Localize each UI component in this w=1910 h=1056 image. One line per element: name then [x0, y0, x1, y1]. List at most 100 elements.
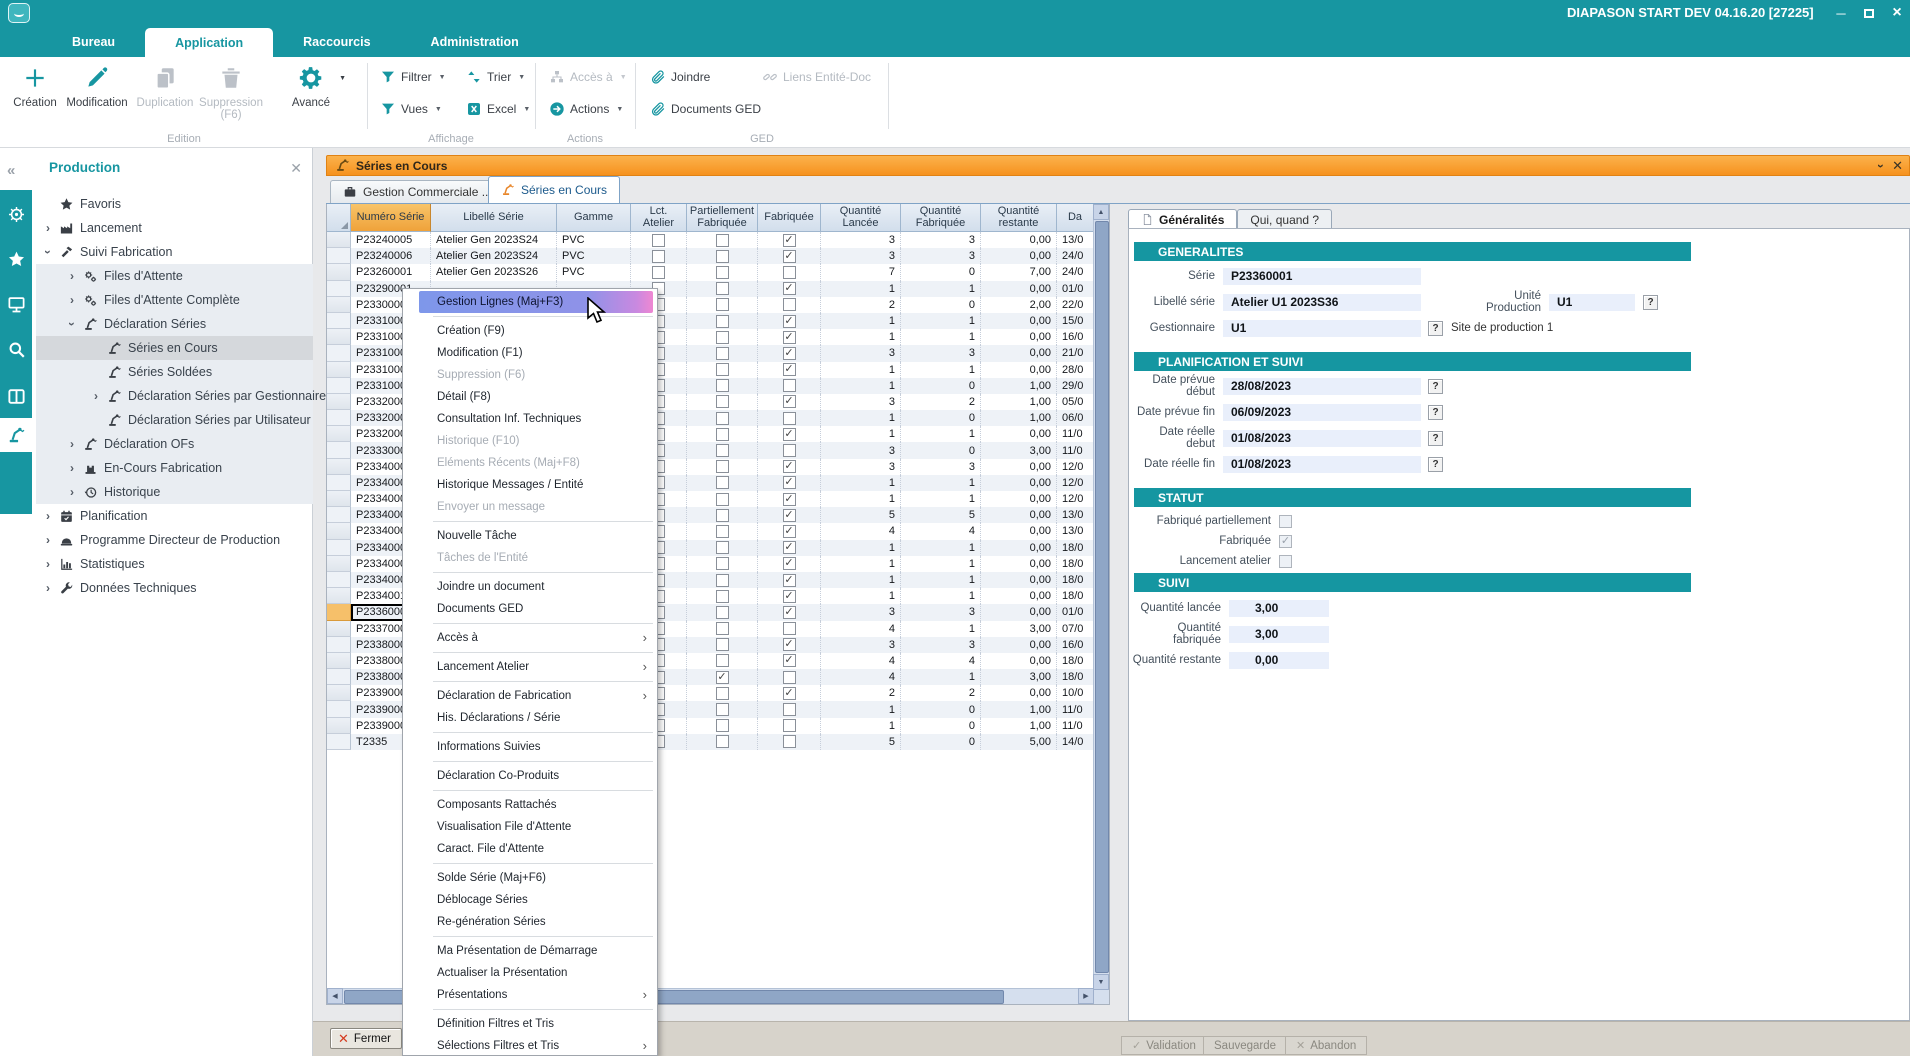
tab-generalites[interactable]: Généralités — [1128, 209, 1237, 229]
checkbox-part-unchecked[interactable] — [716, 347, 729, 360]
checkbox-fab-checked[interactable] — [783, 315, 796, 328]
serie-field[interactable]: P23360001 — [1223, 268, 1421, 285]
close-button[interactable]: × — [1890, 6, 1904, 20]
checkbox-part-unchecked[interactable] — [716, 719, 729, 732]
menu-item-d-finition-filtres-et-tris[interactable]: Définition Filtres et Tris — [403, 1013, 657, 1035]
checkbox-fab-checked[interactable] — [783, 347, 796, 360]
checkbox-part-unchecked[interactable] — [716, 460, 729, 473]
checkbox-fab-unchecked[interactable] — [783, 671, 796, 684]
menu-item-acc-s[interactable]: Accès à› — [403, 627, 657, 649]
row-selector[interactable] — [327, 362, 351, 378]
checkbox-fab-checked[interactable] — [783, 331, 796, 344]
actions-button[interactable]: Actions▼ — [549, 97, 623, 121]
excel-button[interactable]: Excel▼ — [466, 97, 530, 121]
checkbox-part-unchecked[interactable] — [716, 590, 729, 603]
checkbox-part-unchecked[interactable] — [716, 525, 729, 538]
checkbox-fab-unchecked[interactable] — [783, 444, 796, 457]
validation-button[interactable]: ✓ Validation — [1121, 1036, 1207, 1055]
menu-item-lancement-atelier[interactable]: Lancement Atelier› — [403, 656, 657, 678]
tree-item-files-d-attente-compl-te[interactable]: ›Files d'Attente Complète — [36, 288, 313, 312]
checkbox-part-unchecked[interactable] — [716, 574, 729, 587]
filtrer-button[interactable]: Filtrer▼ — [380, 65, 446, 89]
checkbox-part-unchecked[interactable] — [716, 250, 729, 263]
tree-expand-icon[interactable]: › — [64, 485, 80, 499]
checkbox-part-unchecked[interactable] — [716, 557, 729, 570]
row-selector[interactable] — [327, 637, 351, 653]
tree-expand-icon[interactable]: › — [40, 557, 56, 571]
row-selector[interactable] — [327, 232, 351, 248]
tree-item-s-ries-sold-es[interactable]: Séries Soldées — [36, 360, 313, 384]
row-selector[interactable] — [327, 378, 351, 394]
checkbox-fabriqu-partiellement-unchecked[interactable] — [1279, 515, 1292, 528]
table-row[interactable]: P23240006Atelier Gen 2023S24PVC330,0024/… — [327, 248, 1094, 264]
checkbox-fab-checked[interactable] — [783, 476, 796, 489]
checkbox-part-unchecked[interactable] — [716, 622, 729, 635]
joindre-button[interactable]: Joindre — [650, 65, 710, 89]
checkbox-fab-checked[interactable] — [783, 654, 796, 667]
checkbox-lct-unchecked[interactable] — [652, 234, 665, 247]
document-close-icon[interactable]: ✕ — [1892, 158, 1903, 174]
minimize-button[interactable]: ─ — [1834, 6, 1848, 20]
checkbox-fab-unchecked[interactable] — [783, 298, 796, 311]
checkbox-fab-unchecked[interactable] — [783, 379, 796, 392]
menu-item-solde-s-rie-maj-f6[interactable]: Solde Série (Maj+F6) — [403, 867, 657, 889]
checkbox-fab-unchecked[interactable] — [783, 412, 796, 425]
menu-item-informations-suivies[interactable]: Informations Suivies — [403, 736, 657, 758]
menu-item-d-claration-de-fabrication[interactable]: Déclaration de Fabrication› — [403, 685, 657, 707]
tree-item-en-cours-fabrication[interactable]: ›En-Cours Fabrication — [36, 456, 313, 480]
tree-collapse-icon[interactable]: › — [40, 245, 56, 259]
checkbox-part-unchecked[interactable] — [716, 606, 729, 619]
tree-expand-icon[interactable]: › — [40, 221, 56, 235]
checkbox-part-unchecked[interactable] — [716, 412, 729, 425]
checkbox-part-unchecked[interactable] — [716, 703, 729, 716]
vues-button[interactable]: Vues▼ — [380, 97, 442, 121]
checkbox-fab-unchecked[interactable] — [783, 622, 796, 635]
menu-item-ma-pr-sentation-de-d-marrage[interactable]: Ma Présentation de Démarrage — [403, 940, 657, 962]
trier-button[interactable]: Trier▼ — [466, 65, 525, 89]
table-row[interactable]: P23260001Atelier Gen 2023S26PVC707,0024/… — [327, 264, 1094, 280]
checkbox-part-unchecked[interactable] — [716, 541, 729, 554]
column-header-num-ro-s-rie[interactable]: Numéro Série — [351, 204, 431, 232]
tree-item-lancement[interactable]: ›Lancement — [36, 216, 313, 240]
menu-item-d-claration-co-produits[interactable]: Déclaration Co-Produits — [403, 765, 657, 787]
tab-raccourcis[interactable]: Raccourcis — [273, 26, 400, 57]
scroll-right-icon[interactable]: ▶ — [1078, 988, 1094, 1004]
tree-item-historique[interactable]: ›Historique — [36, 480, 313, 504]
checkbox-fab-checked[interactable] — [783, 250, 796, 263]
checkbox-part-unchecked[interactable] — [716, 282, 729, 295]
row-selector[interactable] — [327, 459, 351, 475]
document-collapse-icon[interactable]: › — [1872, 164, 1888, 168]
checkbox-part-unchecked[interactable] — [716, 428, 729, 441]
row-selector[interactable] — [327, 734, 351, 750]
checkbox-fab-checked[interactable] — [783, 638, 796, 651]
scroll-up-icon[interactable]: ▲ — [1093, 204, 1109, 220]
tree-item-files-d-attente[interactable]: ›Files d'Attente — [36, 264, 313, 288]
maximize-button[interactable] — [1862, 6, 1876, 20]
checkbox-part-unchecked[interactable] — [716, 735, 729, 748]
menu-item-documents-ged[interactable]: Documents GED — [403, 598, 657, 620]
checkbox-part-unchecked[interactable] — [716, 395, 729, 408]
quantit-fabriqu-e-field[interactable]: 3,00 — [1229, 626, 1329, 643]
row-selector[interactable] — [327, 718, 351, 734]
tree-item-programme-directeur-de-production[interactable]: ›Programme Directeur de Production — [36, 528, 313, 552]
checkbox-fab-checked[interactable] — [783, 509, 796, 522]
tree-collapse-icon[interactable]: › — [64, 317, 80, 331]
checkbox-part-unchecked[interactable] — [716, 363, 729, 376]
row-selector[interactable] — [327, 297, 351, 313]
tree-item-donn-es-techniques[interactable]: ›Données Techniques — [36, 576, 313, 600]
menu-item-pr-sentations[interactable]: Présentations› — [403, 984, 657, 1006]
checkbox-part-unchecked[interactable] — [716, 379, 729, 392]
row-selector[interactable] — [327, 248, 351, 264]
tree-expand-icon[interactable]: › — [40, 581, 56, 595]
checkbox-fab-unchecked[interactable] — [783, 266, 796, 279]
checkbox-fab-checked[interactable] — [783, 234, 796, 247]
row-selector[interactable] — [327, 523, 351, 539]
column-header-quantit-lanc-e[interactable]: Quantité Lancée — [821, 204, 901, 232]
tree-expand-icon[interactable]: › — [64, 437, 80, 451]
checkbox-part-unchecked[interactable] — [716, 266, 729, 279]
tree-item-d-claration-s-ries-par-utilisateur[interactable]: Déclaration Séries par Utilisateur — [36, 408, 313, 432]
checkbox-part-unchecked[interactable] — [716, 509, 729, 522]
doctab-series-en-cours[interactable]: Séries en Cours — [488, 176, 620, 203]
row-selector[interactable] — [327, 426, 351, 442]
abandon-button[interactable]: ✕ Abandon — [1285, 1036, 1367, 1055]
